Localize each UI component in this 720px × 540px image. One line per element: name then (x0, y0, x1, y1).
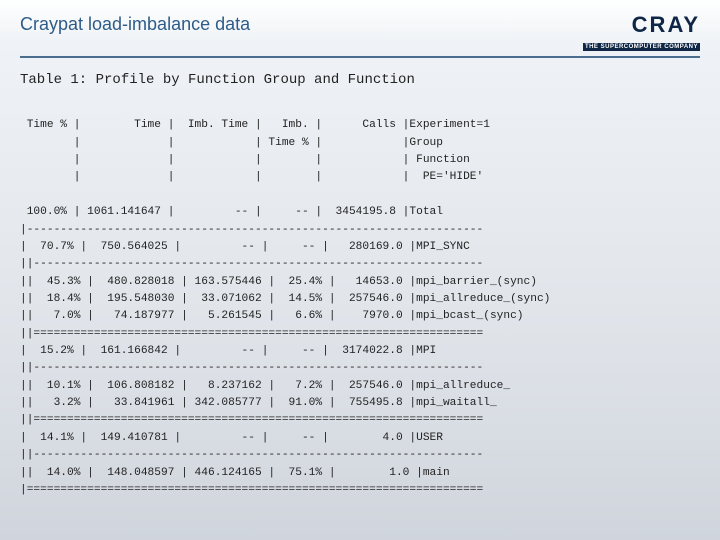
profile-table: Time % | Time | Imb. Time | Imb. | Calls… (20, 100, 700, 499)
header-line: | | | | | Function (20, 154, 470, 166)
table-row: | 70.7% | 750.564025 | -- | -- | 280169.… (20, 241, 470, 253)
table-row: || 45.3% | 480.828018 | 163.575446 | 25.… (20, 276, 537, 288)
table-row: || 18.4% | 195.548030 | 33.071062 | 14.5… (20, 293, 550, 305)
header-line: | | | Time % | |Group (20, 137, 443, 149)
table-row: | 15.2% | 161.166842 | -- | -- | 3174022… (20, 345, 436, 357)
header-line: | | | | | PE='HIDE' (20, 171, 483, 183)
divider-line: ||======================================… (20, 328, 483, 340)
header-line: Time % | Time | Imb. Time | Imb. | Calls… (20, 119, 490, 131)
table-row: || 7.0% | 74.187977 | 5.261545 | 6.6% | … (20, 310, 524, 322)
header: Craypat load-imbalance data CRAY THE SUP… (20, 14, 700, 52)
table-row: || 3.2% | 33.841961 | 342.085777 | 91.0%… (20, 397, 497, 409)
table-row: || 14.0% | 148.048597 | 446.124165 | 75.… (20, 467, 450, 479)
table-caption: Table 1: Profile by Function Group and F… (20, 72, 700, 88)
divider-line: ||======================================… (20, 414, 483, 426)
table-row: || 10.1% | 106.808182 | 8.237162 | 7.2% … (20, 380, 510, 392)
divider-line: |---------------------------------------… (20, 224, 483, 236)
header-divider (20, 56, 700, 58)
logo-tagline: THE SUPERCOMPUTER COMPANY (583, 43, 700, 51)
divider-line: |=======================================… (20, 484, 483, 496)
table-row: | 14.1% | 149.410781 | -- | -- | 4.0 |US… (20, 432, 443, 444)
cray-logo: CRAY THE SUPERCOMPUTER COMPANY (583, 14, 700, 52)
slide: Craypat load-imbalance data CRAY THE SUP… (0, 0, 720, 540)
divider-line: ||--------------------------------------… (20, 258, 483, 270)
divider-line: ||--------------------------------------… (20, 362, 483, 374)
slide-title: Craypat load-imbalance data (20, 14, 250, 35)
divider-line: ||--------------------------------------… (20, 449, 483, 461)
table-row: 100.0% | 1061.141647 | -- | -- | 3454195… (20, 206, 443, 218)
logo-text: CRAY (583, 14, 700, 36)
